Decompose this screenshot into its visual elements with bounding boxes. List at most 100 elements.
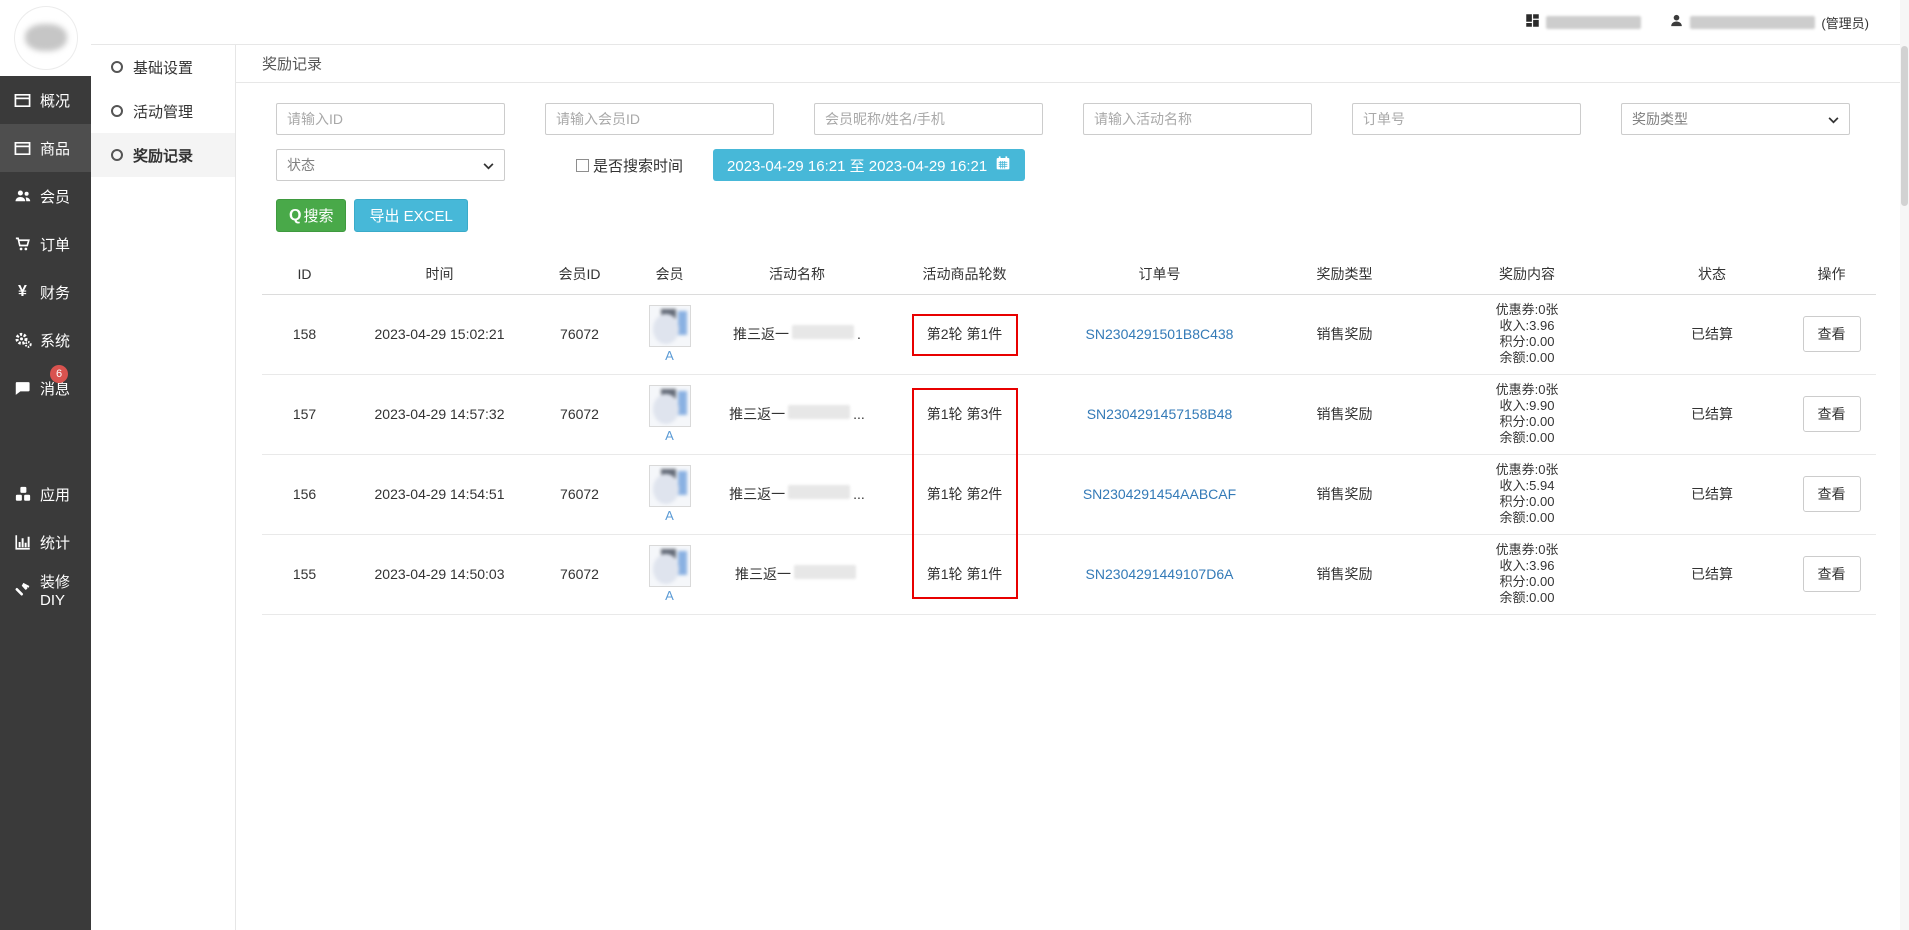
sidebar-item-diy[interactable]: 装修DIY	[0, 566, 91, 614]
reward-points: 积分:0.00	[1417, 334, 1637, 350]
activity-suffix: ...	[853, 406, 865, 422]
cell-status: 已结算	[1637, 454, 1787, 534]
order-link[interactable]: SN2304291501B8C438	[1086, 326, 1234, 342]
activity-name-input[interactable]	[1083, 103, 1312, 135]
sidebar-item-overview[interactable]: 概况	[0, 76, 91, 124]
page-header: 奖励记录	[236, 45, 1909, 83]
reward-balance: 余额:0.00	[1417, 430, 1637, 446]
view-button[interactable]: 查看	[1803, 556, 1861, 592]
order-link[interactable]: SN2304291454AABCAF	[1083, 486, 1236, 502]
cell-member-id: 76072	[532, 454, 627, 534]
submenu-item-activity-management[interactable]: 活动管理	[91, 89, 235, 133]
member-avatar-label: A	[665, 508, 674, 523]
sidebar-item-label: 装修DIY	[40, 571, 91, 609]
order-link[interactable]: SN2304291449107D6A	[1086, 566, 1234, 582]
status-select-value: 状态	[287, 155, 315, 175]
orders-icon	[13, 235, 32, 253]
search-time-checkbox[interactable]	[576, 159, 589, 172]
cell-order: SN2304291457158B48	[1047, 374, 1272, 454]
scrollbar-thumb[interactable]	[1901, 46, 1908, 206]
sidebar-item-label: 会员	[40, 186, 70, 207]
records-table: ID 时间 会员ID 会员 活动名称 活动商品轮数 订单号 奖励类型 奖励内容 …	[262, 254, 1876, 615]
member-avatar-label: A	[665, 348, 674, 363]
workspace-menu[interactable]	[1525, 13, 1641, 31]
member-id-input[interactable]	[545, 103, 774, 135]
store-avatar[interactable]	[15, 7, 77, 69]
reward-income: 收入:3.96	[1417, 558, 1637, 574]
order-no-input[interactable]	[1352, 103, 1581, 135]
sidebar-avatar-area	[0, 0, 91, 76]
filter-row-2: 状态 是否搜索时间 2023-04-29 16:21 至 2023-04-29 …	[276, 149, 1869, 181]
member-name-input[interactable]	[814, 103, 1043, 135]
cell-rounds: 第2轮 第1件	[882, 294, 1047, 374]
member-avatar[interactable]	[649, 465, 691, 507]
cell-time: 2023-04-29 14:57:32	[347, 374, 532, 454]
view-button[interactable]: 查看	[1803, 476, 1861, 512]
cell-action: 查看	[1787, 534, 1876, 614]
order-link[interactable]: SN2304291457158B48	[1087, 406, 1233, 422]
sidebar-item-apps[interactable]: 应用	[0, 470, 91, 518]
sidebar-item-finance[interactable]: ¥ 财务	[0, 268, 91, 316]
cell-order: SN2304291454AABCAF	[1047, 454, 1272, 534]
col-order: 订单号	[1047, 254, 1272, 294]
submenu-item-reward-records[interactable]: 奖励记录	[91, 133, 235, 177]
search-time-checkbox-group[interactable]: 是否搜索时间	[576, 155, 683, 176]
status-select[interactable]: 状态	[276, 149, 505, 181]
cell-id: 158	[262, 294, 347, 374]
finance-yen-icon: ¥	[13, 283, 32, 301]
sidebar-item-stats[interactable]: 统计	[0, 518, 91, 566]
reward-coupon: 优惠券:0张	[1417, 542, 1637, 558]
cell-member: A	[627, 454, 712, 534]
table-row: 156 2023-04-29 14:54:51 76072 A 推三返一... …	[262, 454, 1876, 534]
sidebar-item-label: 系统	[40, 330, 70, 351]
view-button[interactable]: 查看	[1803, 316, 1861, 352]
sidebar-item-orders[interactable]: 订单	[0, 220, 91, 268]
search-button[interactable]: Q 搜索	[276, 199, 346, 232]
calendar-icon	[995, 155, 1011, 175]
member-avatar[interactable]	[649, 545, 691, 587]
activity-name-redacted	[788, 405, 850, 419]
chevron-down-icon	[483, 157, 494, 173]
member-avatar[interactable]	[649, 305, 691, 347]
cell-rounds: 第1轮 第2件	[882, 454, 1047, 534]
cell-reward-content: 优惠券:0张 收入:5.94 积分:0.00 余额:0.00	[1417, 454, 1637, 534]
cell-activity: 推三返一.	[712, 294, 882, 374]
avatar-blur	[650, 306, 690, 346]
table-row: 158 2023-04-29 15:02:21 76072 A 推三返一. 第2…	[262, 294, 1876, 374]
messages-icon	[13, 380, 32, 397]
activity-suffix: ...	[853, 486, 865, 502]
date-range-value: 2023-04-29 16:21 至 2023-04-29 16:21	[727, 155, 987, 176]
cell-order: SN2304291501B8C438	[1047, 294, 1272, 374]
sidebar-item-label: 订单	[40, 234, 70, 255]
cell-activity: 推三返一	[712, 534, 882, 614]
submenu-item-basic-settings[interactable]: 基础设置	[91, 45, 235, 89]
member-avatar[interactable]	[649, 385, 691, 427]
sidebar-item-system[interactable]: 系统	[0, 316, 91, 364]
cell-member-id: 76072	[532, 294, 627, 374]
export-excel-button[interactable]: 导出 EXCEL	[354, 199, 467, 232]
page-scrollbar	[1900, 0, 1909, 930]
sidebar-item-goods[interactable]: 商品	[0, 124, 91, 172]
sidebar-item-label: 应用	[40, 484, 70, 505]
cell-id: 155	[262, 534, 347, 614]
avatar-blur	[650, 466, 690, 506]
cell-action: 查看	[1787, 454, 1876, 534]
filter-bar: 奖励类型 状态 是否搜索时间 2023-0	[236, 103, 1909, 232]
sidebar-item-messages[interactable]: 消息 6	[0, 364, 91, 412]
sidebar-item-members[interactable]: 会员	[0, 172, 91, 220]
user-menu[interactable]: (管理员)	[1669, 13, 1869, 32]
activity-name-redacted	[792, 325, 854, 339]
cell-reward-content: 优惠券:0张 收入:3.96 积分:0.00 余额:0.00	[1417, 294, 1637, 374]
view-button[interactable]: 查看	[1803, 396, 1861, 432]
cell-time: 2023-04-29 14:50:03	[347, 534, 532, 614]
sidebar-item-label: 商品	[40, 138, 70, 159]
date-range-button[interactable]: 2023-04-29 16:21 至 2023-04-29 16:21	[713, 149, 1025, 181]
reward-points: 积分:0.00	[1417, 574, 1637, 590]
reward-type-select[interactable]: 奖励类型	[1621, 103, 1850, 135]
reward-income: 收入:3.96	[1417, 318, 1637, 334]
radio-bullet-icon	[111, 61, 123, 73]
id-input[interactable]	[276, 103, 505, 135]
goods-icon	[13, 140, 32, 157]
submenu-item-label: 基础设置	[133, 57, 193, 78]
col-member-id: 会员ID	[532, 254, 627, 294]
